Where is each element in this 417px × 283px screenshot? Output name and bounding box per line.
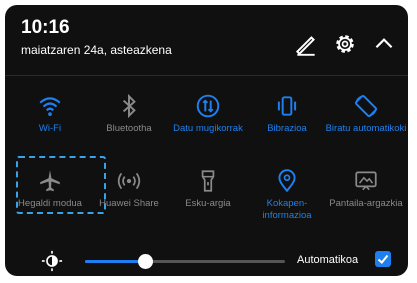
tile-mobile-data[interactable]: Datu mugikorrak [166,93,250,135]
wifi-icon [39,97,61,116]
screenshot-icon [355,171,377,191]
tile-label: Biratu automatikoki [325,123,407,134]
tile-bluetooth[interactable]: Bluetootha [87,93,171,135]
tile-label: Wi-Fi [38,123,62,134]
auto-brightness-checkbox[interactable] [375,251,391,267]
airplane-mode-focus-highlight [16,156,106,214]
flashlight-icon [201,170,215,192]
mobile-data-icon [196,94,220,118]
tile-screenshot[interactable]: Pantaila-argazkia [324,168,408,210]
quick-settings-panel: 10:16 maiatzaren 24a, asteazkena Wi-Fi B… [5,5,408,276]
tile-label: Bluetootha [106,123,152,134]
tile-label: Kokapen-informazioa [262,198,312,221]
auto-brightness-label: Automatikoa [297,254,359,266]
chevron-up-icon[interactable] [371,31,397,57]
auto-rotate-icon [354,94,378,118]
tile-wifi[interactable]: Wi-Fi [8,93,92,135]
tile-label: Datu mugikorrak [173,123,243,134]
brightness-slider[interactable] [85,254,285,269]
location-icon [278,169,296,193]
tile-label: Pantaila-argazkia [329,198,403,209]
brightness-slider-fill [85,260,145,263]
pencil-edit-icon[interactable] [293,31,319,57]
clock-time: 10:16 [21,17,70,38]
header-divider [5,75,408,76]
tile-auto-rotate[interactable]: Biratu automatikoki [324,93,408,135]
tile-label: Esku-argia [185,198,231,209]
tile-flashlight[interactable]: Esku-argia [166,168,250,210]
gear-icon[interactable] [332,31,358,57]
tile-vibration[interactable]: Bibrazioa [245,93,329,135]
vibration-icon [277,96,297,116]
brightness-icon [41,250,63,272]
huawei-share-icon [117,172,141,190]
tile-label: Bibrazioa [267,123,307,134]
date-text: maiatzaren 24a, asteazkena [21,43,172,57]
tile-location[interactable]: Kokapen-informazioa [245,168,329,222]
brightness-slider-thumb[interactable] [137,254,153,269]
bluetooth-icon [122,93,136,119]
